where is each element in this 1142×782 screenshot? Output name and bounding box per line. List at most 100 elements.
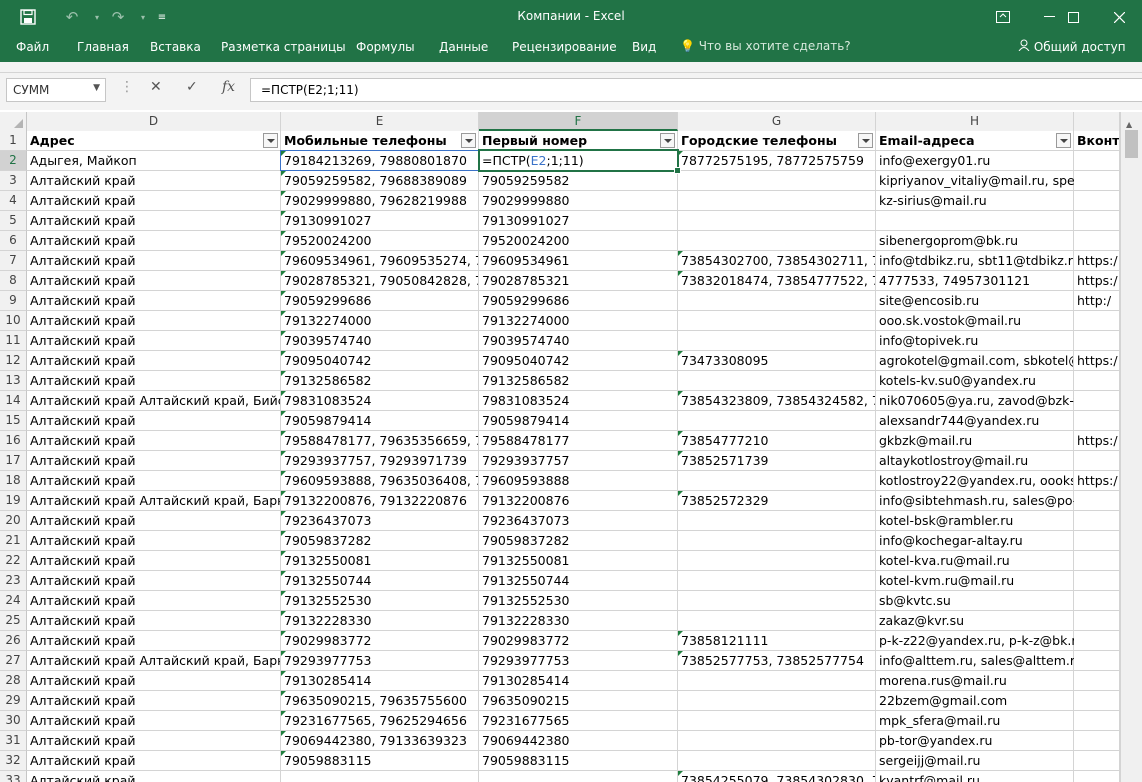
row-number[interactable]: 1 [0, 131, 27, 151]
column-header-d[interactable]: D [27, 112, 281, 131]
column-header-i[interactable] [1074, 112, 1120, 131]
cell-mobile-phones[interactable]: 79293937757, 79293971739 [281, 451, 479, 471]
cell-email[interactable]: info@sibtehmash.ru, sales@po-stm.ru, [876, 491, 1120, 511]
cell-city-phones[interactable] [678, 571, 876, 591]
filter-dropdown-icon[interactable] [1056, 133, 1071, 148]
cell-email[interactable]: info@tdbikz.ru, sbt11@tdbikz.ru [876, 251, 1074, 271]
cell-address[interactable]: Алтайский край [27, 771, 281, 782]
filter-dropdown-icon[interactable] [263, 133, 278, 148]
tell-me-search[interactable]: 💡 Что вы хотите сделать? [680, 39, 851, 53]
row-number[interactable]: 10 [0, 311, 27, 331]
cell-vkontakte[interactable] [1074, 651, 1120, 671]
cell-address[interactable]: Алтайский край [27, 631, 281, 651]
cell-vkontakte[interactable] [1074, 571, 1120, 591]
menu-review[interactable]: Рецензирование [512, 40, 617, 54]
cell-mobile-phones[interactable]: 79635090215, 79635755600 [281, 691, 479, 711]
cell-email[interactable]: kotlostroy22@yandex.ru, oooks [876, 471, 1074, 491]
cell-email[interactable]: agrokotel@gmail.com, sbkotel@ [876, 351, 1074, 371]
header-address[interactable]: Адрес [27, 131, 281, 151]
row-number[interactable]: 9 [0, 291, 27, 311]
cell-vkontakte[interactable]: https:/ [1074, 471, 1120, 491]
scrollbar-thumb[interactable] [1125, 130, 1138, 158]
cell-city-phones[interactable] [678, 191, 876, 211]
cell-vkontakte[interactable] [1074, 531, 1120, 551]
ribbon-options-icon[interactable] [980, 0, 1026, 34]
cell-mobile-phones[interactable]: 79132200876, 79132220876 [281, 491, 479, 511]
cell-address[interactable]: Алтайский край [27, 731, 281, 751]
cell-first-number[interactable] [479, 771, 678, 782]
cell-address[interactable]: Алтайский край [27, 411, 281, 431]
cell-email[interactable]: sb@kvtc.su [876, 591, 1074, 611]
filter-dropdown-icon[interactable] [461, 133, 476, 148]
cell-mobile-phones[interactable]: 79609593888, 79635036408, 7983 [281, 471, 479, 491]
header-city-phones[interactable]: Городские телефоны [678, 131, 876, 151]
menu-data[interactable]: Данные [439, 40, 488, 54]
cell-city-phones[interactable] [678, 691, 876, 711]
cell-first-number[interactable]: 79588478177 [479, 431, 678, 451]
cell-vkontakte[interactable] [1074, 331, 1120, 351]
cell-vkontakte[interactable]: http:/ [1074, 291, 1120, 311]
header-vkontakte[interactable]: Вконта [1074, 131, 1120, 151]
row-number[interactable]: 29 [0, 691, 27, 711]
close-icon[interactable] [1096, 0, 1142, 34]
row-number[interactable]: 20 [0, 511, 27, 531]
cell-city-phones[interactable] [678, 331, 876, 351]
cell-mobile-phones[interactable]: 79132552530 [281, 591, 479, 611]
cell-email[interactable]: kvantrf@mail.ru [876, 771, 1074, 782]
menu-home[interactable]: Главная [77, 40, 129, 54]
insert-function-icon[interactable]: fx [222, 79, 235, 95]
cell-vkontakte[interactable] [1074, 711, 1120, 731]
cell-city-phones[interactable]: 73473308095 [678, 351, 876, 371]
cell-mobile-phones[interactable]: 79132274000 [281, 311, 479, 331]
cell-mobile-phones[interactable]: 79588478177, 79635356659, 7991 [281, 431, 479, 451]
cell-city-phones[interactable]: 78772575195, 78772575759 [678, 151, 876, 171]
cell-first-number[interactable]: 79059299686 [479, 291, 678, 311]
cell-first-number[interactable]: 79635090215 [479, 691, 678, 711]
column-header-h[interactable]: H [876, 112, 1074, 131]
cell-city-phones[interactable] [678, 711, 876, 731]
cell-email[interactable]: 4777533, 74957301121 [876, 271, 1074, 291]
cell-city-phones[interactable] [678, 171, 876, 191]
cell-address[interactable]: Алтайский край [27, 531, 281, 551]
share-button[interactable]: Общий доступ [1018, 39, 1126, 54]
menu-insert[interactable]: Вставка [150, 40, 201, 54]
chevron-down-icon[interactable]: ▼ [93, 83, 100, 93]
row-number[interactable]: 5 [0, 211, 27, 231]
cell-vkontakte[interactable] [1074, 591, 1120, 611]
row-number[interactable]: 7 [0, 251, 27, 271]
cell-city-phones[interactable] [678, 731, 876, 751]
cell-city-phones[interactable]: 73852571739 [678, 451, 876, 471]
row-number[interactable]: 24 [0, 591, 27, 611]
cell-email[interactable]: site@encosib.ru [876, 291, 1074, 311]
cell-vkontakte[interactable] [1074, 411, 1120, 431]
row-number[interactable]: 22 [0, 551, 27, 571]
cell-vkontakte[interactable]: https:/ [1074, 431, 1120, 451]
cell-city-phones[interactable] [678, 371, 876, 391]
header-mobile-phones[interactable]: Мобильные телефоны [281, 131, 479, 151]
row-number[interactable]: 18 [0, 471, 27, 491]
cell-mobile-phones[interactable]: 79059299686 [281, 291, 479, 311]
cell-vkontakte[interactable] [1074, 151, 1120, 171]
cell-email[interactable]: info@alttem.ru, sales@alttem.ru [876, 651, 1083, 671]
cell-first-number[interactable]: 79293937757 [479, 451, 678, 471]
row-number[interactable]: 16 [0, 431, 27, 451]
cell-mobile-phones[interactable]: 79028785321, 79050842828, 7916 [281, 271, 479, 291]
menu-view[interactable]: Вид [632, 40, 656, 54]
column-header-f[interactable]: F [479, 112, 678, 131]
cell-vkontakte[interactable] [1074, 671, 1120, 691]
row-number[interactable]: 31 [0, 731, 27, 751]
cell-email[interactable]: kotel-bsk@rambler.ru [876, 511, 1074, 531]
cell-city-phones[interactable]: 73854323809, 73854324582, 7385 [678, 391, 876, 411]
cell-mobile-phones[interactable]: 79130285414 [281, 671, 479, 691]
cell-email[interactable]: alexsandr744@yandex.ru [876, 411, 1074, 431]
cell-mobile-phones[interactable]: 79132550744 [281, 571, 479, 591]
cell-city-phones[interactable] [678, 551, 876, 571]
cell-email[interactable]: sibenergoprom@bk.ru [876, 231, 1074, 251]
cell-first-number[interactable]: 79029983772 [479, 631, 678, 651]
cell-email[interactable]: pb-tor@yandex.ru [876, 731, 1074, 751]
row-number[interactable]: 11 [0, 331, 27, 351]
cell-address[interactable]: Алтайский край [27, 511, 281, 531]
cell-city-phones[interactable]: 73852572329 [678, 491, 876, 511]
cell-address[interactable]: Алтайский край [27, 471, 281, 491]
row-number[interactable]: 27 [0, 651, 27, 671]
